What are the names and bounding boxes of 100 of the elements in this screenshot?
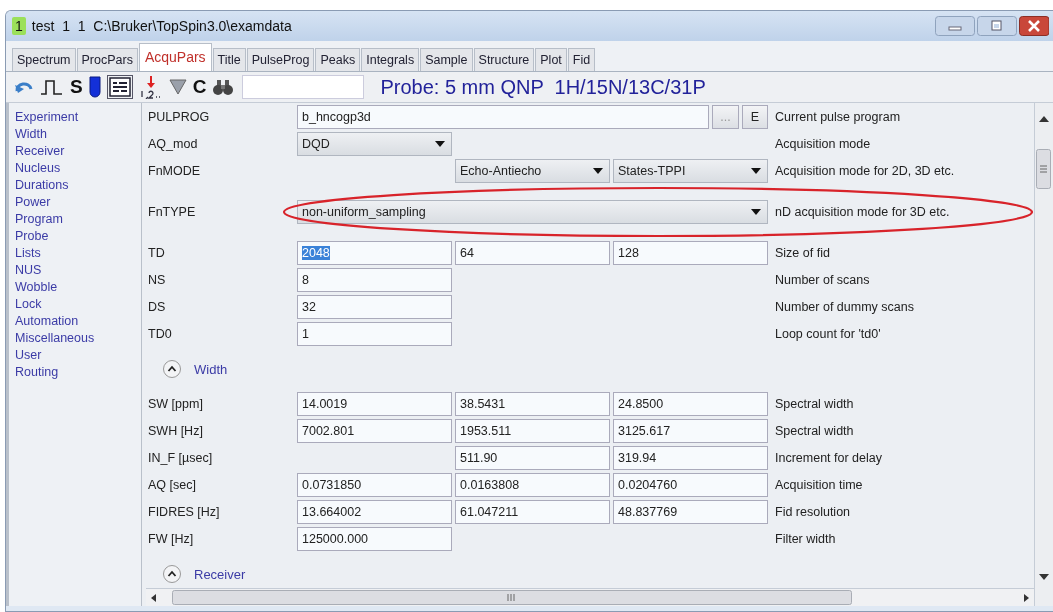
- parameter-field[interactable]: 13.664002: [297, 500, 452, 524]
- parameter-name: FnMODE: [147, 163, 202, 180]
- numbering-icon[interactable]: [138, 75, 163, 99]
- parameter-name: FW [Hz]: [147, 531, 195, 548]
- sidebar-link[interactable]: Program: [15, 211, 63, 228]
- parameter-field[interactable]: 48.837769: [613, 500, 768, 524]
- toolbar-letter-button[interactable]: C: [192, 76, 207, 98]
- collapse-icon[interactable]: [162, 564, 182, 584]
- section-title[interactable]: Width: [194, 361, 228, 377]
- binoculars-icon[interactable]: [212, 78, 235, 96]
- parameter-name: FnTYPE: [147, 204, 197, 221]
- parameter-field[interactable]: 511.90: [455, 446, 610, 470]
- vertical-scrollbar-thumb[interactable]: [1036, 149, 1051, 189]
- tab[interactable]: Peaks: [315, 48, 361, 71]
- tab[interactable]: Spectrum: [12, 48, 76, 71]
- parameter-field[interactable]: 319.94: [613, 446, 768, 470]
- dropdown[interactable]: States-TPPI: [613, 159, 768, 183]
- sidebar-link[interactable]: Miscellaneous: [15, 330, 95, 347]
- dropdown[interactable]: non-uniform_sampling: [297, 200, 768, 224]
- dropdown[interactable]: Echo-Antiecho: [455, 159, 610, 183]
- collapse-icon[interactable]: [162, 359, 182, 379]
- caret-icon: [751, 209, 761, 215]
- sidebar-link[interactable]: Width: [15, 126, 47, 143]
- field-button[interactable]: E: [741, 105, 768, 129]
- toolbar-letter-button[interactable]: S: [70, 76, 83, 98]
- parameter-field[interactable]: 1: [297, 322, 452, 346]
- parameter-description: Increment for delay: [774, 450, 883, 467]
- tab[interactable]: Title: [212, 48, 246, 71]
- sidebar-link[interactable]: Automation: [15, 313, 79, 330]
- scroll-up-icon[interactable]: [1039, 115, 1049, 123]
- tab[interactable]: Sample: [420, 48, 473, 71]
- pulse-icon[interactable]: [40, 78, 64, 96]
- parameter-name: FIDRES [Hz]: [147, 504, 221, 521]
- parameter-description: Fid resolution: [774, 504, 852, 521]
- funnel-icon[interactable]: [168, 78, 187, 96]
- window-title: test 1 1 C:\Bruker\TopSpin3.0\examdata: [31, 18, 293, 34]
- parameter-field[interactable]: 61.047211: [455, 500, 610, 524]
- tab[interactable]: Integrals: [361, 48, 420, 71]
- parameter-field[interactable]: 14.0019: [297, 392, 452, 416]
- parameter-field[interactable]: 2048: [297, 241, 452, 265]
- close-icon[interactable]: [1019, 16, 1049, 36]
- parameter-description: Filter width: [774, 531, 837, 548]
- parameter-description: Size of fid: [774, 245, 831, 262]
- sidebar-link[interactable]: Receiver: [15, 143, 65, 160]
- dropdown[interactable]: DQD: [297, 132, 452, 156]
- parameter-description: Current pulse program: [774, 109, 902, 126]
- tab[interactable]: Structure: [473, 48, 535, 71]
- tab[interactable]: PulseProg: [246, 48, 315, 71]
- parameter-field[interactable]: 24.8500: [613, 392, 768, 416]
- sidebar-link[interactable]: Probe: [15, 228, 49, 245]
- sidebar-link[interactable]: Power: [15, 194, 51, 211]
- sidebar-link[interactable]: Wobble: [15, 279, 58, 296]
- table-icon[interactable]: [106, 75, 133, 99]
- parameter-field[interactable]: 7002.801: [297, 419, 452, 443]
- parameter-description: Number of dummy scans: [774, 299, 915, 316]
- tab[interactable]: Plot: [535, 48, 567, 71]
- search-field[interactable]: [242, 75, 365, 99]
- parameter-description: Acquisition mode: [774, 136, 872, 153]
- parameter-field[interactable]: b_hncogp3d: [297, 105, 710, 129]
- sidebar-link[interactable]: Routing: [15, 364, 59, 381]
- undo-icon[interactable]: [14, 79, 34, 95]
- parameter-field[interactable]: 1953.511: [455, 419, 610, 443]
- sidebar-link[interactable]: Lists: [15, 245, 41, 262]
- sidebar-link[interactable]: Lock: [15, 296, 42, 313]
- sidebar-link[interactable]: Nucleus: [15, 160, 61, 177]
- parameter-field[interactable]: 0.0163808: [455, 473, 610, 497]
- horizontal-scrollbar-thumb[interactable]: [172, 590, 852, 605]
- parameter-description: nD acquisition mode for 3D etc.: [774, 204, 951, 221]
- parameter-description: Spectral width: [774, 423, 855, 440]
- sidebar-link[interactable]: Durations: [15, 177, 69, 194]
- parameter-name: AQ [sec]: [147, 477, 197, 494]
- parameter-name: TD: [147, 245, 166, 262]
- tab[interactable]: Fid: [567, 48, 596, 71]
- tab[interactable]: ProcPars: [76, 48, 138, 71]
- probe-label: Probe: 5 mm QNP 1H/15N/13C/31P: [380, 75, 706, 99]
- parameter-field[interactable]: 0.0731850: [297, 473, 452, 497]
- caret-icon: [751, 168, 761, 174]
- parameter-name: AQ_mod: [147, 136, 199, 153]
- tube-icon[interactable]: [88, 76, 101, 98]
- sidebar-link[interactable]: Experiment: [15, 109, 79, 126]
- sidebar-link[interactable]: User: [15, 347, 42, 364]
- parameter-field[interactable]: 128: [613, 241, 768, 265]
- tab[interactable]: AcquPars: [138, 43, 212, 71]
- parameter-name: SWH [Hz]: [147, 423, 204, 440]
- section-title[interactable]: Receiver: [194, 566, 246, 582]
- parameter-name: NS: [147, 272, 167, 289]
- parameter-name: PULPROG: [147, 109, 211, 126]
- parameter-field[interactable]: 125000.000: [297, 527, 452, 551]
- parameter-field[interactable]: 0.0204760: [613, 473, 768, 497]
- parameter-field[interactable]: 64: [455, 241, 610, 265]
- parameter-field[interactable]: 8: [297, 268, 452, 292]
- parameter-name: DS: [147, 299, 167, 316]
- parameter-description: Acquisition mode for 2D, 3D etc.: [774, 163, 956, 180]
- scroll-down-icon[interactable]: [1039, 573, 1049, 581]
- caret-icon: [435, 141, 445, 147]
- parameter-field[interactable]: 32: [297, 295, 452, 319]
- parameter-description: Acquisition time: [774, 477, 864, 494]
- parameter-field[interactable]: 3125.617: [613, 419, 768, 443]
- parameter-field[interactable]: 38.5431: [455, 392, 610, 416]
- sidebar-link[interactable]: NUS: [15, 262, 42, 279]
